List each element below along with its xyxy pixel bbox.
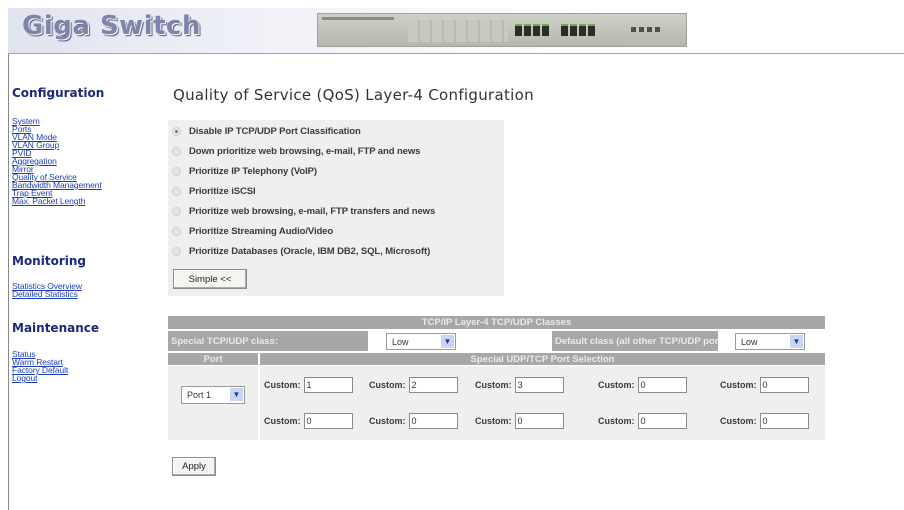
- qos-option-down-prioritize-web[interactable]: Down prioritize web browsing, e-mail, FT…: [172, 142, 420, 160]
- custom-label: Custom:: [475, 416, 512, 426]
- custom-port-5: Custom: 0: [720, 377, 809, 393]
- custom-port-9: Custom: 0: [598, 413, 687, 429]
- port-select[interactable]: Port 1 ▼: [181, 386, 245, 404]
- nav-link-max-packet-length[interactable]: Max. Packet Length: [12, 197, 102, 206]
- nav-heading-configuration: Configuration: [12, 86, 105, 100]
- port-value: Port 1: [187, 390, 212, 400]
- option-label: Prioritize iSCSI: [189, 185, 256, 197]
- chevron-down-icon[interactable]: ▼: [790, 335, 803, 348]
- custom-port-8: Custom: 0: [475, 413, 564, 429]
- custom-port-input[interactable]: 0: [408, 413, 458, 429]
- custom-port-input[interactable]: 3: [514, 377, 564, 393]
- chevron-down-icon[interactable]: ▼: [230, 388, 243, 401]
- option-label: Prioritize IP Telephony (VoIP): [189, 165, 317, 177]
- custom-label: Custom:: [598, 416, 635, 426]
- custom-port-2: Custom: 2: [369, 377, 458, 393]
- radio-button[interactable]: [172, 246, 181, 256]
- custom-port-1: Custom: 1: [264, 377, 353, 393]
- nav-list-maintenance: Status Warm Restart Factory Default Logo…: [12, 350, 68, 383]
- nav-list-configuration: System Ports VLAN Mode VLAN Group PVID A…: [12, 117, 102, 206]
- nav-link-logout[interactable]: Logout: [12, 374, 68, 383]
- custom-port-input[interactable]: 1: [303, 377, 353, 393]
- custom-label: Custom:: [264, 416, 301, 426]
- nav-heading-maintenance: Maintenance: [12, 321, 100, 335]
- simple-button[interactable]: Simple <<: [173, 269, 247, 289]
- option-label: Prioritize Databases (Oracle, IBM DB2, S…: [189, 245, 431, 257]
- default-class-select[interactable]: Low ▼: [735, 333, 805, 350]
- chevron-down-icon[interactable]: ▼: [441, 335, 454, 348]
- special-class-label: Special TCP/UDP class:: [168, 331, 368, 351]
- custom-port-3: Custom: 3: [475, 377, 564, 393]
- table-title: TCP/IP Layer-4 TCP/UDP Classes: [168, 316, 825, 329]
- custom-port-input[interactable]: 0: [514, 413, 564, 429]
- custom-port-input[interactable]: 0: [759, 377, 809, 393]
- frame-divider: [8, 54, 9, 510]
- qos-option-voip[interactable]: Prioritize IP Telephony (VoIP): [172, 162, 317, 180]
- qos-option-prioritize-web[interactable]: Prioritize web browsing, e-mail, FTP tra…: [172, 202, 435, 220]
- custom-port-4: Custom: 0: [598, 377, 687, 393]
- radio-button[interactable]: [172, 166, 181, 176]
- apply-button[interactable]: Apply: [172, 457, 216, 476]
- port-header: Port: [168, 353, 258, 365]
- nav-heading-monitoring: Monitoring: [12, 254, 86, 268]
- switch-image: [317, 13, 687, 47]
- custom-port-10: Custom: 0: [720, 413, 809, 429]
- default-class-value: Low: [741, 336, 758, 347]
- nav-list-monitoring: Statistics Overview Detailed Statistics: [12, 282, 82, 299]
- page-title: Quality of Service (QoS) Layer-4 Configu…: [173, 86, 534, 104]
- option-label: Disable IP TCP/UDP Port Classification: [189, 125, 361, 137]
- custom-port-input[interactable]: 0: [303, 413, 353, 429]
- radio-button[interactable]: [172, 206, 181, 216]
- option-label: Prioritize web browsing, e-mail, FTP tra…: [189, 205, 436, 217]
- logo: Giga Switch: [22, 11, 201, 41]
- special-class-select[interactable]: Low ▼: [386, 333, 456, 350]
- custom-port-input[interactable]: 0: [759, 413, 809, 429]
- custom-label: Custom:: [475, 380, 512, 390]
- custom-label: Custom:: [369, 380, 406, 390]
- special-class-value: Low: [392, 336, 409, 347]
- custom-label: Custom:: [720, 380, 757, 390]
- custom-label: Custom:: [720, 416, 757, 426]
- layer4-classes-table: TCP/IP Layer-4 TCP/UDP Classes Special T…: [168, 316, 825, 440]
- qos-option-iscsi[interactable]: Prioritize iSCSI: [172, 182, 256, 200]
- option-label: Prioritize Streaming Audio/Video: [189, 225, 334, 237]
- custom-port-input[interactable]: 2: [408, 377, 458, 393]
- default-class-label: Default class (all other TCP/UDP ports):: [552, 331, 733, 351]
- qos-option-streaming[interactable]: Prioritize Streaming Audio/Video: [172, 222, 333, 240]
- custom-port-6: Custom: 0: [264, 413, 353, 429]
- radio-button[interactable]: [172, 186, 181, 196]
- option-label: Down prioritize web browsing, e-mail, FT…: [189, 145, 421, 157]
- custom-label: Custom:: [598, 380, 635, 390]
- qos-options-panel: Disable IP TCP/UDP Port Classification D…: [168, 120, 504, 296]
- custom-port-input[interactable]: 0: [637, 377, 687, 393]
- qos-option-databases[interactable]: Prioritize Databases (Oracle, IBM DB2, S…: [172, 242, 430, 260]
- qos-option-disable-classification[interactable]: Disable IP TCP/UDP Port Classification: [172, 122, 361, 140]
- port-selection-header: Special UDP/TCP Port Selection: [260, 353, 825, 365]
- custom-label: Custom:: [369, 416, 406, 426]
- custom-port-7: Custom: 0: [369, 413, 458, 429]
- radio-button-selected[interactable]: [172, 126, 181, 136]
- radio-button[interactable]: [172, 226, 181, 236]
- custom-label: Custom:: [264, 380, 301, 390]
- custom-port-input[interactable]: 0: [637, 413, 687, 429]
- header-divider: [8, 53, 904, 54]
- radio-button[interactable]: [172, 146, 181, 156]
- nav-link-detailed-statistics[interactable]: Detailed Statistics: [12, 290, 82, 299]
- header: Giga Switch: [0, 0, 904, 62]
